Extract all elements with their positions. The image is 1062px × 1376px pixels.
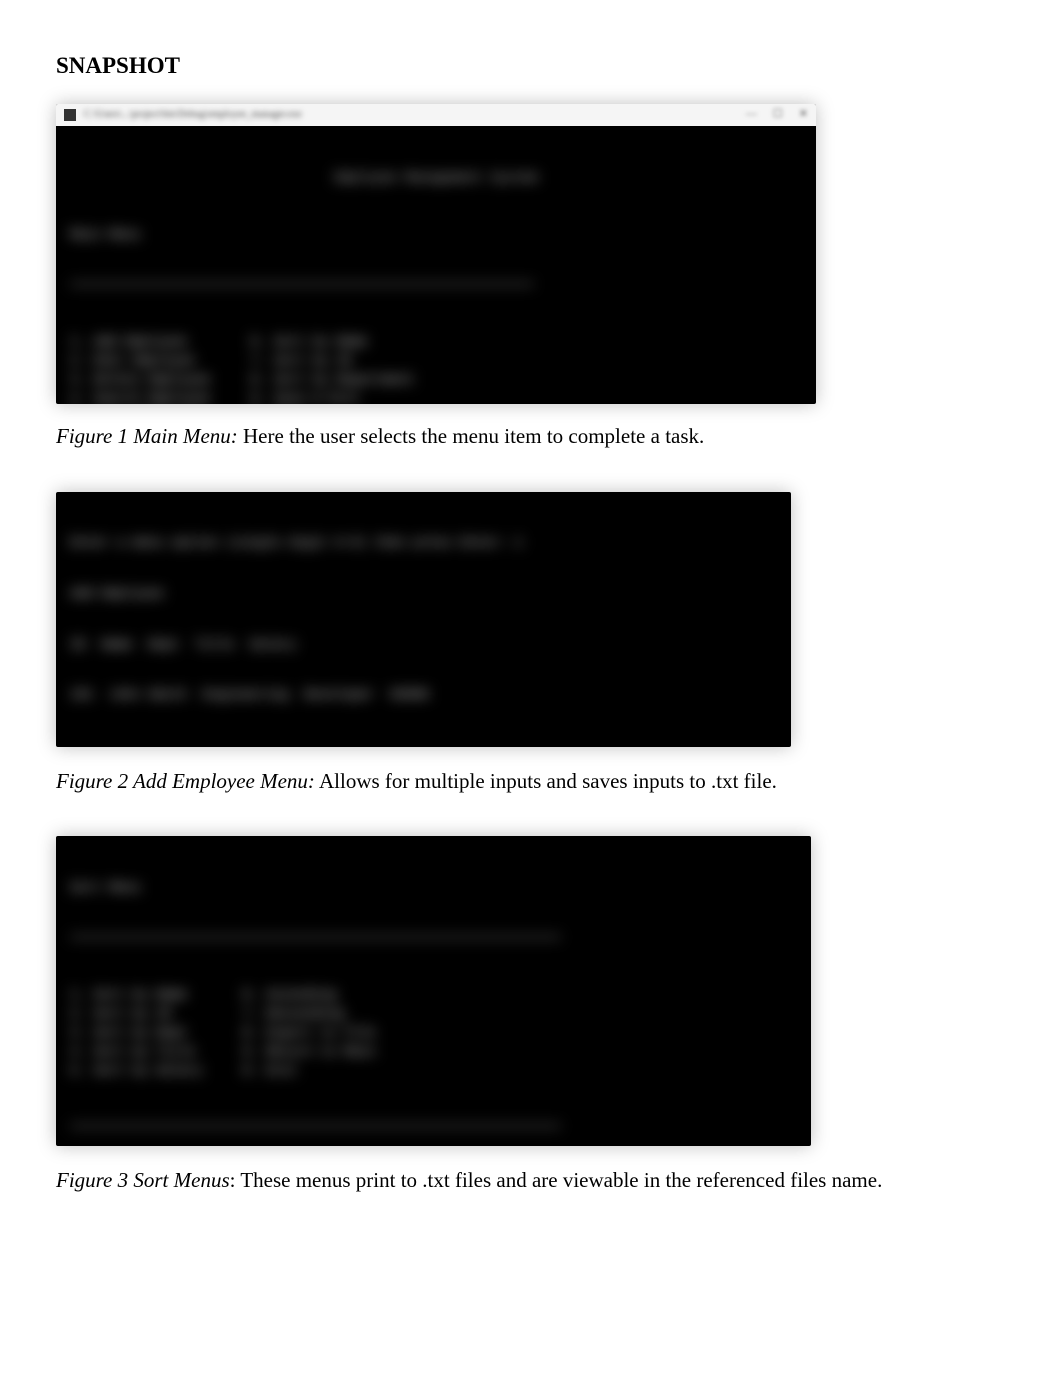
menu-item: 9. Save & Exit [250,391,414,405]
minimize-icon[interactable]: — [746,107,757,122]
menu-item: 0. Exit [243,1063,376,1080]
menu-item: 2. Edit Employee [70,353,210,370]
menu-item: 8. Export to file [243,1025,376,1042]
console-body: Employee Management System Main Menu ═══… [56,126,816,404]
page-heading: SNAPSHOT [56,50,1006,82]
caption-label: Figure 3 Sort Menus [56,1168,230,1192]
menu-item: 6. Ascending [243,987,376,1004]
menu-item: 5. Sort by Salary [70,1063,203,1080]
console-body: Sort Menu ══════════════════════════════… [56,836,811,1146]
figure-2-caption: Figure 2 Add Employee Menu: Allows for m… [56,767,1006,796]
figure-2-console: Enter a menu option (single digit 0-9) t… [56,492,791,747]
caption-desc: Allows for multiple inputs and saves inp… [315,769,777,793]
menu-item: 3. Sort by Dept [70,1025,203,1042]
menu-item: 9. Return to Main [243,1044,376,1061]
figure-2: Enter a menu option (single digit 0-9) t… [56,492,1006,796]
titlebar-path: C:\Users\...\project\bin\Debug\employee_… [84,108,738,122]
close-icon[interactable]: ✕ [799,107,808,122]
menu-header: Main Menu [70,227,802,244]
menu-item: 3. Delete Employee [70,372,210,389]
menu-item: 7. Sort by ID [250,353,414,370]
divider: ════════════════════════════════════════… [70,277,802,294]
menu-header: Sort Menu [70,880,797,897]
menu-item: 2. Sort by ID [70,1006,203,1023]
menu-item: 8. Sort by Department [250,372,414,389]
figure-1: C:\Users\...\project\bin\Debug\employee_… [56,104,1006,451]
caption-label: Figure 2 Add Employee Menu: [56,769,315,793]
window-titlebar: C:\Users\...\project\bin\Debug\employee_… [56,104,816,126]
caption-label: Figure 1 Main Menu: [56,424,238,448]
menu-item: 7. Descending [243,1006,376,1023]
menu-item: 4. Sort by Title [70,1044,203,1061]
caption-desc: : These menus print to .txt files and ar… [230,1168,883,1192]
app-icon [64,109,76,121]
divider: ════════════════════════════════════════… [70,1119,797,1136]
sub-header: Add Employee [70,586,777,603]
menu-item: 4. Search Employee [70,391,210,405]
figure-1-caption: Figure 1 Main Menu: Here the user select… [56,422,1006,451]
console-title: Employee Management System [70,170,802,187]
figure-3: Sort Menu ══════════════════════════════… [56,836,1006,1195]
menu-item: 1. Sort by Name [70,987,203,1004]
figure-1-console: C:\Users\...\project\bin\Debug\employee_… [56,104,816,404]
figure-3-console: Sort Menu ══════════════════════════════… [56,836,811,1146]
caption-desc: Here the user selects the menu item to c… [238,424,705,448]
divider: ════════════════════════════════════════… [70,930,797,947]
fields-input: 101 John Smith Engineering Developer 650… [70,687,777,704]
menu-item: 6. Sort by Name [250,334,414,351]
console-prompt: Enter a menu option (single digit 0-9) t… [70,535,777,552]
console-body: Enter a menu option (single digit 0-9) t… [56,492,791,747]
maximize-icon[interactable]: ☐ [773,107,783,122]
menu-item: 1. Add Employee [70,334,210,351]
figure-3-caption: Figure 3 Sort Menus: These menus print t… [56,1166,1006,1195]
fields-header: ID Name Dept Title Salary [70,637,777,654]
